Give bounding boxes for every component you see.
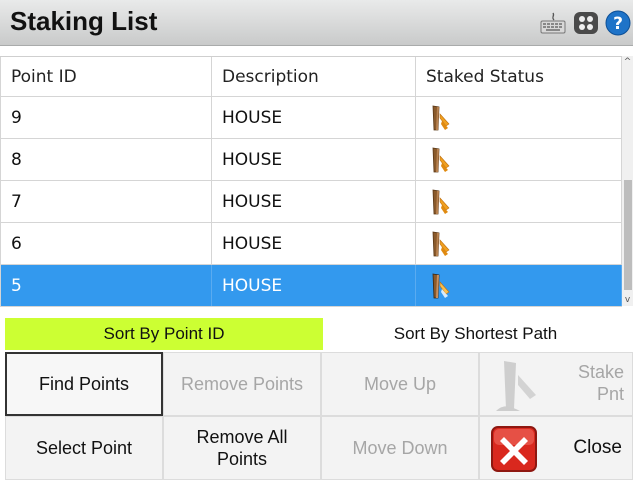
cell-point-id: 7 (0, 181, 212, 222)
column-header-description[interactable]: Description (212, 57, 416, 96)
cell-description: HOUSE (212, 223, 416, 264)
cell-description: HOUSE (212, 97, 416, 138)
stake-hammer-icon (432, 105, 450, 130)
grid-icon[interactable] (573, 11, 599, 35)
sort-by-shortest-path-button[interactable]: Sort By Shortest Path (323, 318, 628, 350)
close-x-icon (491, 426, 537, 472)
stake-point-button[interactable]: Stake Pnt (479, 352, 633, 416)
title-bar: Staking List ? (0, 0, 633, 46)
keyboard-icon[interactable] (540, 11, 566, 35)
close-label: Close (573, 437, 622, 458)
stake-hammer-icon (432, 189, 450, 214)
stake-hammer-icon (432, 273, 450, 298)
cell-description: HOUSE (212, 139, 416, 180)
stake-pnt-label: Stake Pnt (577, 362, 624, 404)
cell-point-id: 9 (0, 97, 212, 138)
svg-text:?: ? (613, 14, 623, 34)
remove-all-points-button[interactable]: Remove All Points (163, 416, 321, 480)
move-up-button[interactable]: Move Up (321, 352, 479, 416)
cell-staked-status (416, 97, 622, 138)
table-header: Point ID Description Staked Status (0, 57, 622, 97)
stake-hammer-icon (432, 147, 450, 172)
close-button[interactable]: Close (479, 416, 633, 480)
stake-hammer-icon (496, 361, 536, 411)
page-title: Staking List (10, 6, 158, 36)
scroll-up-icon[interactable]: ^ (622, 56, 633, 68)
cell-staked-status (416, 181, 622, 222)
staking-table: Point ID Description Staked Status 9 HOU… (0, 56, 622, 307)
table-row[interactable]: 7 HOUSE (0, 181, 622, 223)
scrollbar-thumb[interactable] (624, 180, 632, 290)
move-down-button[interactable]: Move Down (321, 416, 479, 480)
find-points-button[interactable]: Find Points (5, 352, 163, 416)
table-scrollbar[interactable]: ^ v (622, 56, 633, 306)
cell-point-id: 5 (0, 265, 212, 306)
table-row-selected[interactable]: 5 HOUSE (0, 265, 622, 307)
cell-description: HOUSE (212, 181, 416, 222)
table-row[interactable]: 9 HOUSE (0, 97, 622, 139)
help-icon[interactable]: ? (605, 10, 631, 36)
cell-staked-status (416, 139, 622, 180)
select-point-button[interactable]: Select Point (5, 416, 163, 480)
column-header-staked-status[interactable]: Staked Status (416, 57, 622, 96)
remove-all-points-label: Remove All Points (196, 427, 288, 469)
table-row[interactable]: 6 HOUSE (0, 223, 622, 265)
stake-hammer-icon (432, 231, 450, 256)
remove-points-button[interactable]: Remove Points (163, 352, 321, 416)
cell-staked-status (416, 223, 622, 264)
table-row[interactable]: 8 HOUSE (0, 139, 622, 181)
scroll-down-icon[interactable]: v (622, 294, 633, 306)
cell-point-id: 6 (0, 223, 212, 264)
cell-point-id: 8 (0, 139, 212, 180)
cell-description: HOUSE (212, 265, 416, 306)
column-header-point-id[interactable]: Point ID (0, 57, 212, 96)
sort-by-point-id-button[interactable]: Sort By Point ID (5, 318, 323, 350)
cell-staked-status (416, 265, 622, 306)
